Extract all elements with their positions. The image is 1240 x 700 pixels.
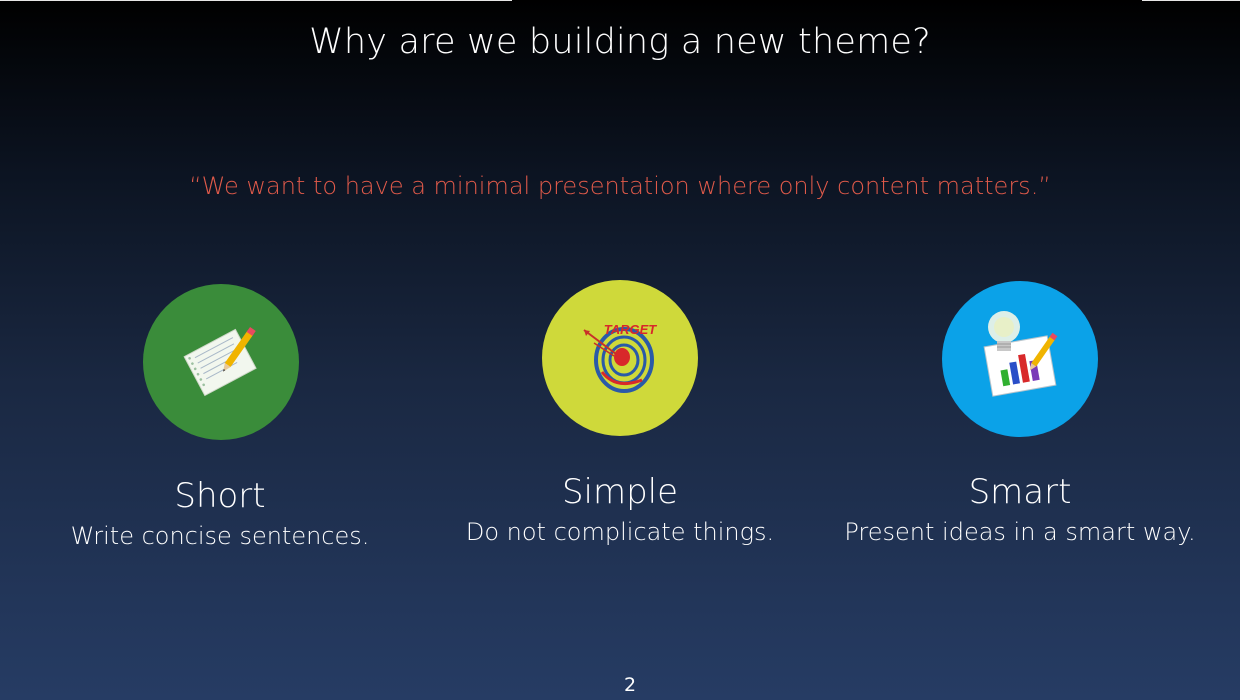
target-icon: TARGET bbox=[583, 322, 658, 393]
slide-title: Why are we building a new theme? bbox=[309, 22, 931, 62]
page-number: 2 bbox=[623, 674, 637, 696]
simple-icon-circle: TARGET bbox=[542, 280, 698, 436]
feature-desc-short: Write concise sentences. bbox=[70, 522, 370, 550]
target-icon-label: TARGET bbox=[604, 322, 658, 337]
top-divider-right bbox=[1142, 0, 1240, 1]
slide-quote: “We want to have a minimal presentation … bbox=[189, 172, 1051, 200]
feature-title-simple: Simple bbox=[561, 472, 679, 512]
smart-icon-circle bbox=[942, 281, 1098, 437]
notepad-pencil-icon bbox=[183, 326, 257, 397]
feature-title-smart: Smart bbox=[968, 472, 1072, 512]
top-divider-left bbox=[0, 0, 512, 1]
feature-desc-smart: Present ideas in a smart way. bbox=[844, 518, 1196, 546]
lightbulb-chart-icon bbox=[983, 311, 1058, 397]
feature-title-short: Short bbox=[174, 476, 266, 516]
short-icon-circle bbox=[143, 284, 299, 440]
feature-desc-simple: Do not complicate things. bbox=[465, 518, 775, 546]
